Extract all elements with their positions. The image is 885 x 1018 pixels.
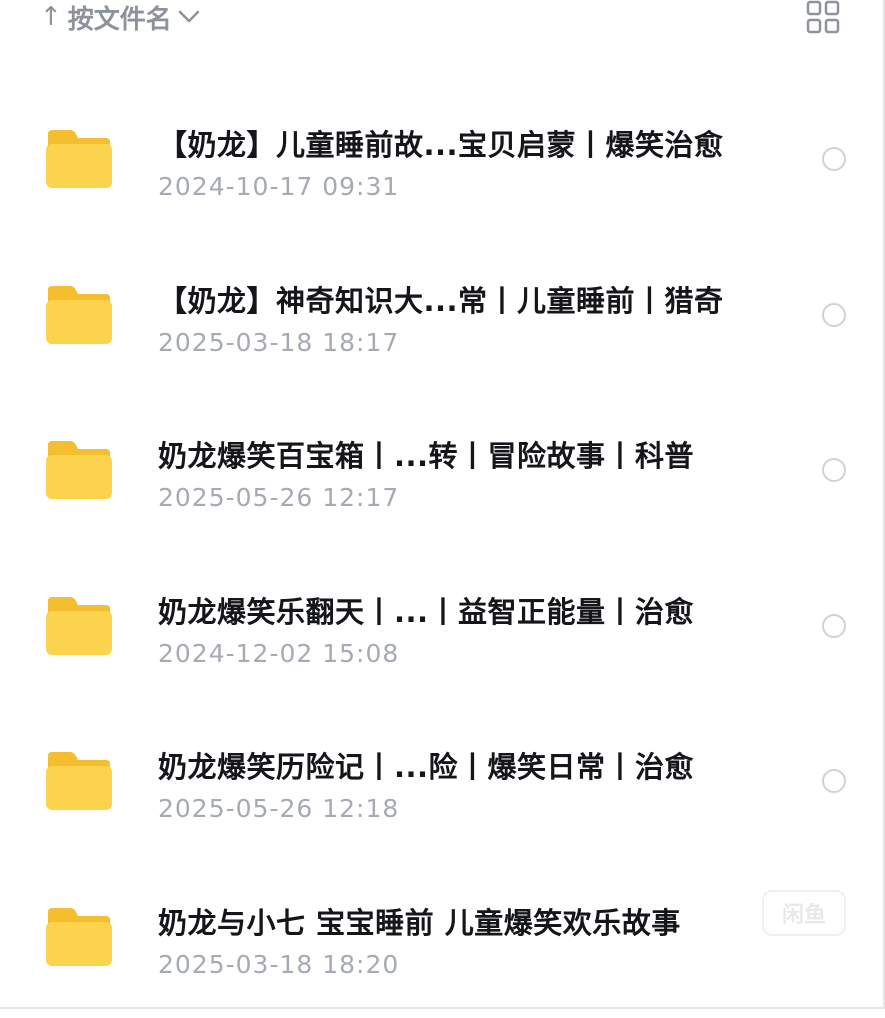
file-row[interactable]: 奶龙爆笑乐翻天丨...丨益智正能量丨治愈 2024-12-02 15:08 — [0, 567, 885, 707]
select-radio[interactable] — [822, 614, 846, 638]
toolbar: ↑ 按文件名 — [0, 0, 885, 40]
folder-icon — [44, 906, 114, 968]
select-radio[interactable] — [822, 147, 846, 171]
folder-icon — [44, 128, 114, 190]
file-date: 2025-05-26 12:18 — [158, 794, 400, 823]
file-name: 奶龙与小七 宝宝睡前 儿童爆笑欢乐故事 — [158, 906, 681, 940]
file-row[interactable]: 【奶龙】神奇知识大...常丨儿童睡前丨猎奇 2025-03-18 18:17 — [0, 256, 885, 396]
file-name: 奶龙爆笑百宝箱丨...转丨冒险故事丨科普 — [158, 439, 695, 473]
folder-icon — [44, 750, 114, 812]
file-row[interactable]: 奶龙爆笑百宝箱丨...转丨冒险故事丨科普 2025-05-26 12:17 — [0, 411, 885, 551]
folder-icon — [44, 595, 114, 657]
file-row[interactable]: 奶龙与小七 宝宝睡前 儿童爆笑欢乐故事 2025-03-18 18:20 — [0, 878, 885, 1018]
file-date: 2025-03-18 18:20 — [158, 950, 400, 979]
file-row[interactable]: 【奶龙】儿童睡前故...宝贝启蒙丨爆笑治愈 2024-10-17 09:31 — [0, 100, 885, 240]
watermark-logo: 闲鱼 — [762, 890, 846, 936]
grid-view-icon[interactable] — [806, 0, 840, 34]
select-radio[interactable] — [822, 458, 846, 482]
chevron-down-icon — [178, 10, 200, 24]
sort-label: 按文件名 — [67, 4, 172, 35]
folder-icon — [44, 284, 114, 346]
sort-by-name-button[interactable]: ↑ 按文件名 — [40, 0, 200, 35]
file-date: 2024-10-17 09:31 — [158, 172, 400, 201]
select-radio[interactable] — [822, 303, 846, 327]
file-date: 2024-12-02 15:08 — [158, 639, 400, 668]
folder-icon — [44, 439, 114, 501]
select-radio[interactable] — [822, 769, 846, 793]
file-name: 奶龙爆笑历险记丨...险丨爆笑日常丨治愈 — [158, 750, 695, 784]
file-row[interactable]: 奶龙爆笑历险记丨...险丨爆笑日常丨治愈 2025-05-26 12:18 — [0, 722, 885, 862]
file-name: 【奶龙】神奇知识大...常丨儿童睡前丨猎奇 — [158, 284, 724, 318]
file-name: 奶龙爆笑乐翻天丨...丨益智正能量丨治愈 — [158, 595, 695, 629]
sort-ascending-arrow-icon: ↑ — [40, 2, 62, 32]
file-date: 2025-03-18 18:17 — [158, 328, 400, 357]
file-date: 2025-05-26 12:17 — [158, 483, 400, 512]
file-name: 【奶龙】儿童睡前故...宝贝启蒙丨爆笑治愈 — [158, 128, 724, 162]
